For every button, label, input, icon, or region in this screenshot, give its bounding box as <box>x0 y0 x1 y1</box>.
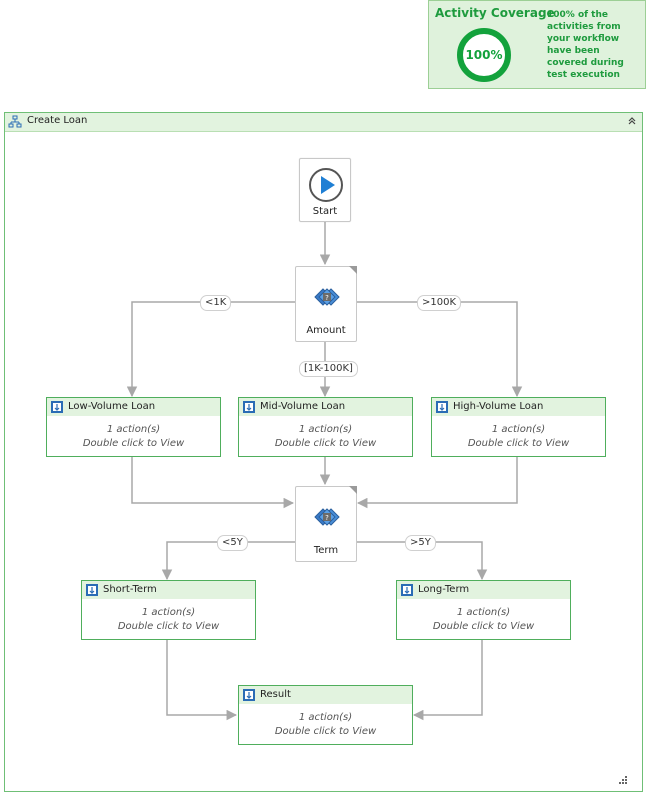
activity-coverage-panel: Activity Coverage 100% 100% of the activ… <box>428 0 646 89</box>
card-title: Low-Volume Loan <box>68 401 156 412</box>
sequence-icon <box>401 584 413 596</box>
card-actions: 1 action(s) <box>141 607 196 618</box>
decision-term-label: Term <box>313 545 339 556</box>
card-header: High-Volume Loan <box>432 398 605 416</box>
card-low-volume-loan[interactable]: Low-Volume Loan 1 action(s) Double click… <box>46 397 221 457</box>
card-body: 1 action(s) Double click to View <box>397 606 570 634</box>
card-hint: Double click to View <box>274 438 377 449</box>
resize-grip-icon[interactable] <box>618 775 628 785</box>
branch-label-gt100k: >100K <box>417 295 462 311</box>
card-header: Result <box>239 686 412 704</box>
decision-amount-label: Amount <box>306 325 346 336</box>
decision-icon: ? <box>314 288 340 306</box>
card-long-term[interactable]: Long-Term 1 action(s) Double click to Vi… <box>396 580 571 640</box>
svg-text:?: ? <box>325 294 329 302</box>
corner-triangle-icon <box>349 486 357 494</box>
card-title: Long-Term <box>418 584 470 595</box>
card-body: 1 action(s) Double click to View <box>432 423 605 451</box>
card-body: 1 action(s) Double click to View <box>239 711 412 739</box>
card-body: 1 action(s) Double click to View <box>239 423 412 451</box>
sequence-icon <box>243 401 255 413</box>
decision-amount[interactable]: ? Amount <box>295 266 357 342</box>
decision-icon: ? <box>314 508 340 526</box>
coverage-title: Activity Coverage <box>435 6 555 20</box>
coverage-ring: 100% <box>457 28 511 82</box>
card-title: Short-Term <box>103 584 157 595</box>
svg-text:?: ? <box>325 514 329 522</box>
branch-label-lt1k: <1K <box>200 295 232 311</box>
card-header: Short-Term <box>82 581 255 599</box>
decision-term[interactable]: ? Term <box>295 486 357 562</box>
corner-triangle-icon <box>349 266 357 274</box>
card-header: Low-Volume Loan <box>47 398 220 416</box>
card-title: High-Volume Loan <box>453 401 544 412</box>
start-node[interactable]: Start <box>299 158 351 222</box>
coverage-percent: 100% <box>465 48 503 62</box>
card-hint: Double click to View <box>274 726 377 737</box>
sequence-icon <box>51 401 63 413</box>
card-body: 1 action(s) Double click to View <box>47 423 220 451</box>
sequence-icon <box>436 401 448 413</box>
card-actions: 1 action(s) <box>298 424 353 435</box>
start-label: Start <box>312 206 338 217</box>
flowchart-header: Create Loan <box>5 113 642 132</box>
card-body: 1 action(s) Double click to View <box>82 606 255 634</box>
card-hint: Double click to View <box>117 621 220 632</box>
card-short-term[interactable]: Short-Term 1 action(s) Double click to V… <box>81 580 256 640</box>
flowchart-icon <box>8 115 22 128</box>
coverage-description: 100% of the activities from your workflo… <box>547 10 624 80</box>
card-header: Mid-Volume Loan <box>239 398 412 416</box>
card-mid-volume-loan[interactable]: Mid-Volume Loan 1 action(s) Double click… <box>238 397 413 457</box>
card-actions: 1 action(s) <box>456 607 511 618</box>
card-result[interactable]: Result 1 action(s) Double click to View <box>238 685 413 745</box>
card-high-volume-loan[interactable]: High-Volume Loan 1 action(s) Double clic… <box>431 397 606 457</box>
collapse-icon[interactable] <box>626 115 638 127</box>
sequence-icon <box>243 689 255 701</box>
flowchart-title: Create Loan <box>27 115 88 126</box>
card-hint: Double click to View <box>82 438 185 449</box>
card-hint: Double click to View <box>432 621 535 632</box>
card-title: Result <box>260 689 291 700</box>
card-hint: Double click to View <box>467 438 570 449</box>
card-title: Mid-Volume Loan <box>260 401 346 412</box>
play-icon <box>309 168 343 202</box>
card-actions: 1 action(s) <box>298 712 353 723</box>
card-header: Long-Term <box>397 581 570 599</box>
card-actions: 1 action(s) <box>491 424 546 435</box>
sequence-icon <box>86 584 98 596</box>
branch-label-gt5y: >5Y <box>405 535 436 551</box>
branch-label-mid: [1K-100K] <box>299 361 358 377</box>
card-actions: 1 action(s) <box>106 424 161 435</box>
branch-label-lt5y: <5Y <box>217 535 248 551</box>
